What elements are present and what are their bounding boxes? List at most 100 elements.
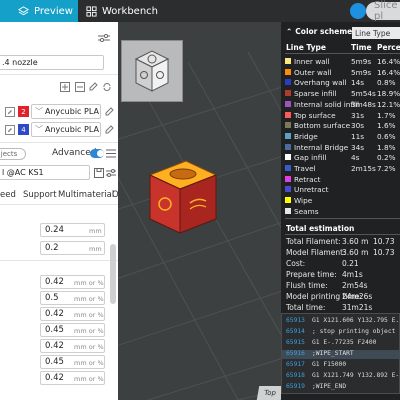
gcode-line[interactable]: 65917 G1 F15000 [282,361,399,370]
gcode-line-text: G1 F15000 [312,361,347,368]
line-type-time: 5m54s [351,89,376,99]
line-type-time: 34s [351,142,365,152]
value-input[interactable]: 0.24 mm [40,223,105,237]
line-type-name: Top surface [294,110,336,120]
line-type-row[interactable]: Internal Bridge 34s 1.8% [281,143,400,153]
gcode-viewer[interactable]: 65913 G1 X121.606 Y132.795 E.007 65914 ; st… [281,313,400,394]
view-cube-top[interactable]: Top [256,386,284,400]
value-input[interactable]: 0.42 mm or % [40,307,105,321]
line-type-row[interactable]: Travel 2m15s 7.2% [281,164,400,174]
save-icon[interactable] [94,168,104,178]
slice-button[interactable]: Slice pl [366,0,400,22]
value-input[interactable]: 0.42 mm or % [40,339,105,353]
color-scheme-value: Line Type [355,28,391,38]
line-type-row[interactable]: Gap infill 4s 0.2% [281,153,400,163]
edit-filament-icon[interactable] [88,82,98,92]
gcode-line[interactable]: 65915 G1 E-.77235 F2400 [282,339,399,348]
value-input[interactable]: 0.2 mm [40,241,105,255]
gcode-line[interactable]: 65913 G1 X121.606 Y132.795 E.007 [282,317,400,326]
line-type-row[interactable]: Wipe [281,196,400,206]
unit-label: mm or % [74,279,104,287]
line-type-row[interactable]: Unretract [281,185,400,195]
tab-support[interactable]: Support [23,190,57,200]
line-type-name: Internal Bridge [294,142,349,152]
line-type-row[interactable]: Bridge 11s 0.6% [281,132,400,142]
col-time: Time [351,43,372,52]
edit-filament-settings-icon[interactable] [104,107,114,117]
value-input[interactable]: 0.5 mm or % [40,291,105,305]
line-type-row[interactable]: Internal solid infill 3m48s 12.1% [281,100,400,110]
objects-toggle[interactable]: jects [0,148,26,160]
edit-icon[interactable] [5,107,15,117]
value-input[interactable]: 0.42 mm or % [40,275,105,289]
settings-scrollbar[interactable] [110,244,116,304]
tab-workbench[interactable]: Workbench [86,0,158,22]
sliders-icon[interactable] [106,168,116,178]
line-type-name: Retract [294,174,321,184]
grid-icon [86,5,97,17]
tab-speed[interactable]: eed [0,190,16,200]
gcode-line-text: G1 X121.606 Y132.795 E.007 [312,317,400,324]
gcode-line[interactable]: 65914 ; stop printing object Voron_ [282,328,399,337]
toggle-icon[interactable] [350,3,366,19]
filament-select[interactable]: ﹀ Anycubic PLA [31,122,101,137]
line-type-time: 11s [351,131,365,141]
gcode-line-number: 65916 [286,350,305,357]
line-type-row[interactable]: Inner wall 5m9s 16.4% [281,57,400,67]
nozzle-select[interactable]: .4 nozzle [0,55,104,70]
filament-select[interactable]: ﹀ Anycubic PLA [31,104,101,119]
color-scheme-select[interactable]: Line Type [352,27,400,39]
filament-number: 2 [21,107,26,116]
sync-filament-icon[interactable] [102,82,112,92]
add-filament-icon[interactable] [60,82,70,92]
line-type-row[interactable]: Retract [281,175,400,185]
edit-icon[interactable] [5,125,15,135]
line-type-row[interactable]: Bottom surface 30s 1.6% [281,121,400,131]
value-text: 0.45 [45,325,64,335]
color-swatch [285,143,291,150]
filament-number-badge: 4 [18,124,29,135]
value-input[interactable]: 0.45 mm or % [40,323,105,337]
menu-icon[interactable] [106,149,116,158]
gcode-line[interactable]: 65918 G1 X121.749 Y132.892 E-.02 [282,372,399,381]
value-text: 0.24 [45,225,64,235]
cube-model[interactable] [148,157,218,237]
gcode-line[interactable]: 65916 ;WIPE_START [282,350,399,359]
value-text: 0.42 [45,341,64,351]
collapse-icon[interactable]: ⌃ [286,27,292,36]
value-input[interactable]: 0.45 mm or % [40,355,105,369]
estimation-label: Cost: [286,259,306,268]
estimation-value-secondary: 10.73 [373,248,395,257]
estimation-value: 0.21 [342,259,359,268]
line-type-percent: 0.8% [377,78,396,88]
gcode-line-text: ;WIPE_END [312,383,347,390]
unit-label: mm or % [74,311,104,319]
color-scheme-title-text: Color scheme [295,27,353,36]
tab-multimaterial[interactable]: Multimaterial [58,190,114,200]
unit-label: mm [89,227,102,235]
value-input[interactable]: 0.42 mm or % [40,371,105,385]
line-type-name: Wipe [294,196,313,206]
line-type-row[interactable]: Outer wall 5m9s 16.4% [281,68,400,78]
estimation-label: Model Filament: [286,248,346,257]
line-type-row[interactable]: Sparse infill 5m54s 18.9% [281,89,400,99]
line-type-row[interactable]: Seams [281,207,400,217]
advanced-toggle[interactable] [90,149,104,158]
color-swatch [285,154,291,161]
line-type-row[interactable]: Top surface 31s 1.7% [281,111,400,121]
tab-preview[interactable]: Preview [0,0,78,22]
line-type-percent: 12.1% [377,99,400,109]
estimation-label: Total time: [286,303,326,312]
sliders-icon[interactable] [98,34,110,42]
line-type-percent: 18.9% [377,89,400,99]
process-profile-select[interactable]: l @AC KS1 [0,165,90,180]
remove-filament-icon[interactable] [75,82,85,92]
line-type-time: 14s [351,78,365,88]
object-thumbnail[interactable] [121,40,183,102]
color-swatch [285,122,291,129]
edit-filament-settings-icon[interactable] [104,125,114,135]
gcode-line-number: 65919 [286,383,305,390]
color-swatch [285,165,291,171]
gcode-line[interactable]: 65919 ;WIPE_END [282,383,399,392]
line-type-row[interactable]: Overhang wall 14s 0.8% [281,78,400,88]
